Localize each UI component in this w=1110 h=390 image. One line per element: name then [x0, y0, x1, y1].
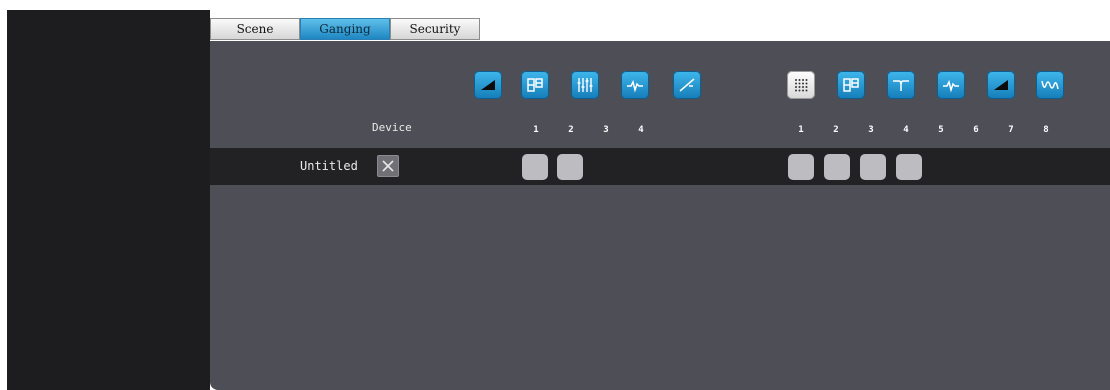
gang-cell-group2-4[interactable]: [896, 154, 922, 180]
group2-col-label: 8: [1043, 125, 1049, 135]
group1-col-label: 4: [638, 125, 644, 135]
group2-col-label: 2: [833, 125, 839, 135]
group2-col-label: 6: [973, 125, 979, 135]
slope-curve-icon[interactable]: [673, 71, 701, 99]
group1-col-label: 2: [568, 125, 574, 135]
device-name: Untitled: [300, 159, 358, 173]
table-row: Untitled: [210, 148, 1110, 185]
tab-bar: Scene Ganging Security: [210, 18, 480, 41]
tab-ganging[interactable]: Ganging: [300, 18, 390, 40]
close-icon: [382, 160, 394, 172]
tab-scene[interactable]: Scene: [210, 18, 300, 40]
group2-col-label: 3: [868, 125, 874, 135]
gang-cell-group2-1[interactable]: [788, 154, 814, 180]
mixer-faders-icon[interactable]: [571, 71, 599, 99]
gain-ramp-icon[interactable]: [474, 71, 502, 99]
gang-cell-group2-3[interactable]: [860, 154, 886, 180]
ganging-panel: Device 1 2 3 4 1 2 3 4 5 6 7 8 Untitled: [210, 41, 1110, 390]
gang-cell-group1-2[interactable]: [557, 154, 583, 180]
waveform-icon[interactable]: [621, 71, 649, 99]
remove-device-button[interactable]: [377, 155, 399, 177]
group2-col-label: 4: [903, 125, 909, 135]
group2-col-label: 5: [938, 125, 944, 135]
left-panel: [7, 10, 210, 390]
gain-ramp-icon[interactable]: [987, 71, 1015, 99]
group1-col-label: 1: [533, 125, 539, 135]
group1-col-label: 3: [603, 125, 609, 135]
waveform-icon[interactable]: [937, 71, 965, 99]
gang-cell-group1-1[interactable]: [522, 154, 548, 180]
router-icon[interactable]: [837, 71, 865, 99]
gang-cell-group2-2[interactable]: [824, 154, 850, 180]
device-column-header: Device: [372, 121, 412, 134]
filter-wave-icon[interactable]: [1036, 71, 1064, 99]
group2-col-label: 7: [1008, 125, 1014, 135]
tab-security[interactable]: Security: [390, 18, 480, 40]
router-icon[interactable]: [521, 71, 549, 99]
group2-col-label: 1: [798, 125, 804, 135]
crossover-icon[interactable]: [887, 71, 915, 99]
matrix-grid-icon[interactable]: [787, 71, 815, 99]
